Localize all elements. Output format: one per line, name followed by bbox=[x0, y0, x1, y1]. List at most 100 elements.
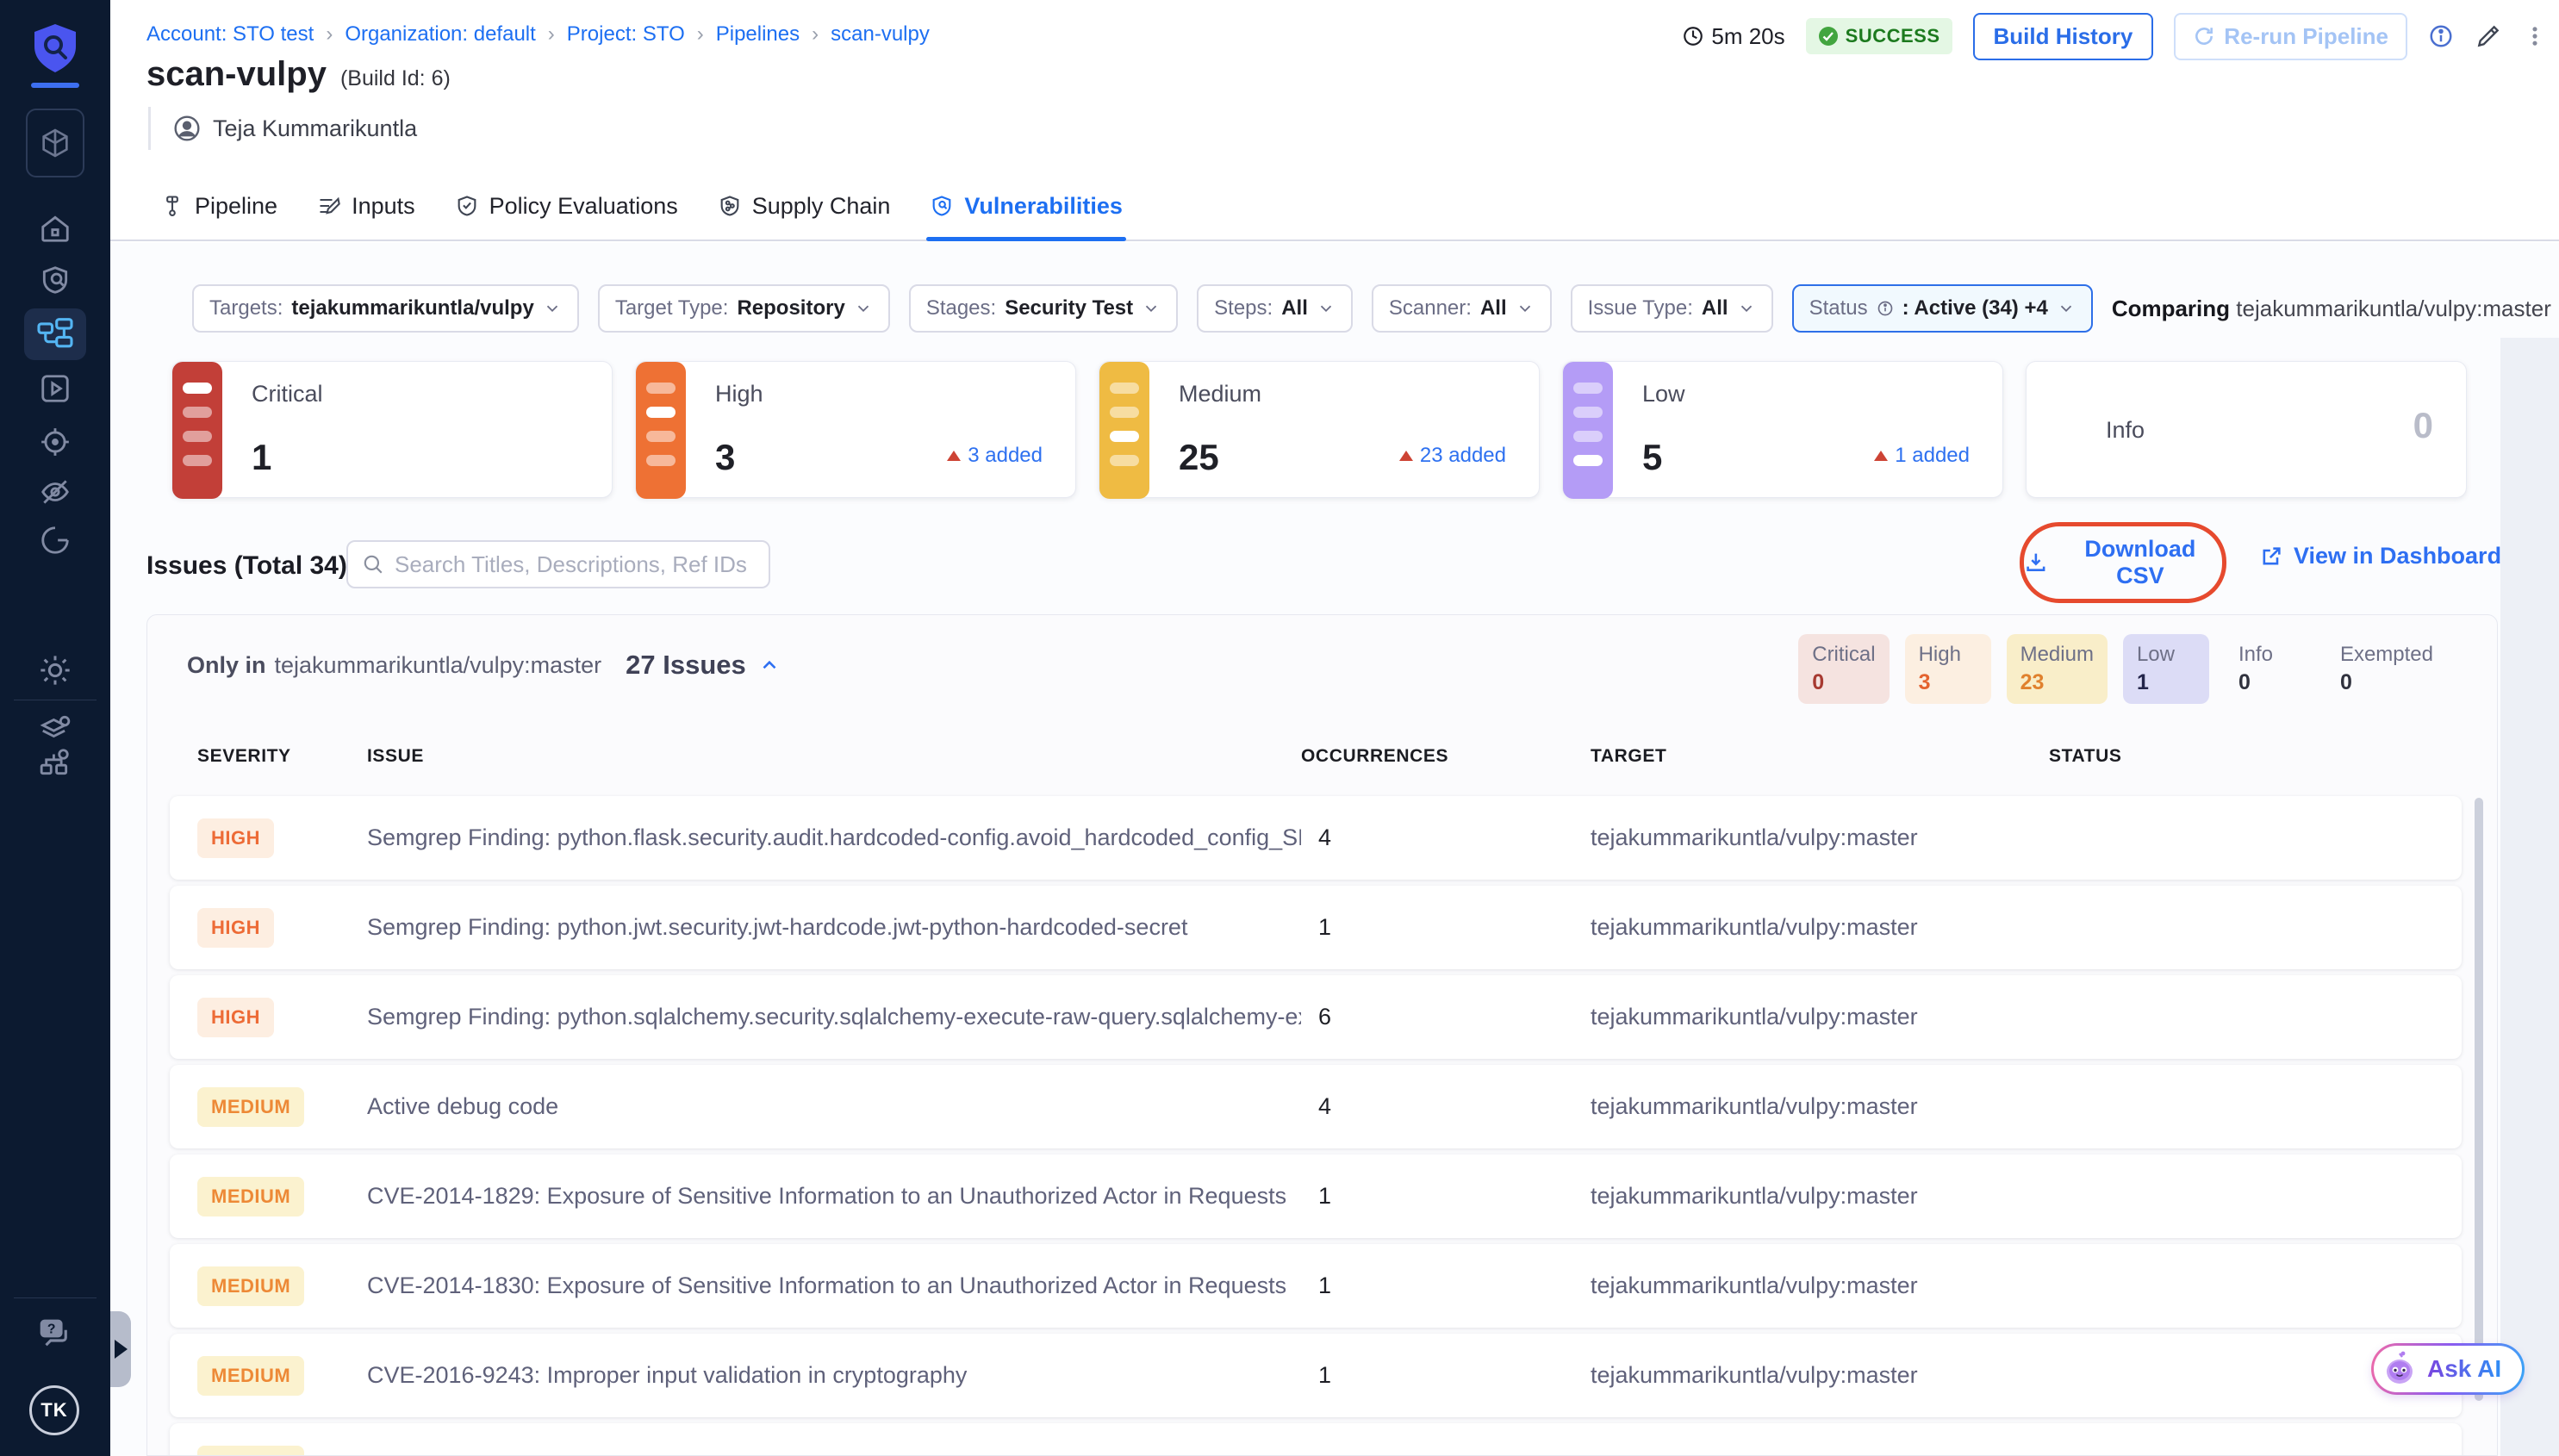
target: tejakummarikuntla/vulpy:master bbox=[1591, 1272, 2049, 1299]
table-row[interactable]: HIGH Semgrep Finding: python.jwt.securit… bbox=[170, 886, 2462, 969]
nav-test-targets-shield-icon[interactable] bbox=[0, 264, 110, 296]
breadcrumb-separator: › bbox=[812, 22, 819, 47]
user-avatar[interactable]: TK bbox=[29, 1385, 79, 1435]
table-row[interactable]: MEDIUM CVE-2014-1829: Exposure of Sensit… bbox=[170, 1154, 2462, 1238]
breadcrumb-separator: › bbox=[548, 22, 555, 47]
logo-underline bbox=[31, 83, 79, 88]
execution-toolbar: 5m 20s SUCCESS Build History Re-run Pipe… bbox=[1682, 14, 2547, 59]
table-row[interactable]: MEDIUM Active debug code 4 tejakummariku… bbox=[170, 1065, 2462, 1148]
nav-hidden-issues-eye-off-icon[interactable] bbox=[0, 476, 110, 508]
nav-targets-icon[interactable] bbox=[0, 426, 110, 458]
card-low[interactable]: Low 5 1 added bbox=[1562, 361, 2003, 498]
nav-default-settings-layers-icon[interactable] bbox=[0, 712, 110, 744]
tab-inputs[interactable]: Inputs bbox=[317, 172, 415, 240]
occurrences: 1 bbox=[1301, 914, 1591, 941]
tab-pipeline[interactable]: Pipeline bbox=[160, 172, 277, 240]
edit-pipeline-pencil-icon[interactable] bbox=[2475, 22, 2502, 50]
table-scrollbar[interactable] bbox=[2475, 798, 2483, 1401]
author-name: Teja Kummarikuntla bbox=[213, 115, 417, 142]
build-history-button[interactable]: Build History bbox=[1973, 13, 2154, 60]
issue-group-header[interactable]: Only in tejakummarikuntla/vulpy:master 2… bbox=[187, 650, 781, 681]
clock-icon bbox=[1682, 25, 1704, 47]
table-row[interactable]: HIGH Semgrep Finding: python.flask.secur… bbox=[170, 796, 2462, 880]
severity-badge: MEDIUM bbox=[197, 1266, 304, 1306]
nav-home-icon[interactable] bbox=[0, 212, 110, 245]
target: tejakummarikuntla/vulpy:master bbox=[1591, 824, 2049, 851]
search-input[interactable] bbox=[395, 551, 755, 578]
nav-settings-gear-icon[interactable] bbox=[0, 653, 110, 688]
check-circle-icon bbox=[1818, 26, 1839, 47]
filter-targets[interactable]: Targets:tejakummarikuntla/vulpy bbox=[192, 284, 579, 333]
table-row[interactable]: MEDIUM CVE-2017-11424: PyJWT: signed tok… bbox=[170, 1423, 2462, 1456]
sto-logo-icon[interactable] bbox=[31, 22, 79, 74]
right-gutter bbox=[2500, 338, 2559, 1456]
sidebar-expand-handle[interactable] bbox=[110, 1311, 131, 1387]
download-csv-button[interactable]: Download CSV bbox=[2024, 536, 2222, 589]
execution-duration: 5m 20s bbox=[1682, 23, 1784, 50]
ask-ai-button[interactable]: Ask AI bbox=[2371, 1343, 2525, 1395]
view-in-dashboard-button[interactable]: View in Dashboard bbox=[2259, 543, 2501, 569]
chevron-down-icon bbox=[1737, 299, 1756, 318]
card-label: Medium bbox=[1179, 381, 1261, 408]
refresh-icon bbox=[2193, 25, 2215, 47]
breadcrumb-separator: › bbox=[697, 22, 704, 47]
person-avatar-icon bbox=[173, 115, 201, 142]
severity-badge: MEDIUM bbox=[197, 1446, 304, 1456]
tab-vulnerabilities[interactable]: Vulnerabilities bbox=[930, 172, 1123, 240]
filter-steps[interactable]: Steps:All bbox=[1197, 284, 1353, 333]
module-selector-cube-icon[interactable] bbox=[26, 109, 84, 177]
filter-issue-type[interactable]: Issue Type:All bbox=[1571, 284, 1773, 333]
pill-critical: Critical0 bbox=[1798, 634, 1889, 704]
filter-scanner[interactable]: Scanner:All bbox=[1372, 284, 1552, 333]
triangle-up-icon bbox=[1399, 451, 1413, 461]
table-row[interactable]: HIGH Semgrep Finding: python.sqlalchemy.… bbox=[170, 975, 2462, 1059]
help-chat-icon[interactable]: ? bbox=[0, 1316, 110, 1353]
card-label: Critical bbox=[252, 381, 323, 408]
pill-medium: Medium23 bbox=[2007, 634, 2108, 704]
severity-badge: MEDIUM bbox=[197, 1177, 304, 1216]
breadcrumb: Account: STO test › Organization: defaul… bbox=[146, 22, 930, 47]
card-count: 1 bbox=[252, 437, 271, 478]
svg-text:?: ? bbox=[47, 1322, 56, 1336]
nav-exemptions-icon[interactable] bbox=[0, 524, 110, 557]
kebab-menu-icon[interactable] bbox=[2523, 24, 2547, 48]
filter-target-type[interactable]: Target Type:Repository bbox=[598, 284, 890, 333]
tab-policy-evaluations[interactable]: Policy Evaluations bbox=[455, 172, 678, 240]
target: tejakummarikuntla/vulpy:master bbox=[1591, 1183, 2049, 1210]
card-critical[interactable]: Critical 1 bbox=[171, 361, 613, 498]
filter-status[interactable]: Status : Active (34) +4 bbox=[1792, 284, 2093, 333]
tab-supply-chain[interactable]: Supply Chain bbox=[718, 172, 891, 240]
nav-pipelines-active[interactable] bbox=[24, 308, 86, 360]
collapse-chevron-up-icon[interactable] bbox=[758, 654, 781, 676]
group-target: tejakummarikuntla/vulpy:master bbox=[275, 652, 602, 679]
chevron-down-icon bbox=[543, 299, 562, 318]
card-label: High bbox=[715, 381, 763, 408]
filter-row: Targets:tejakummarikuntla/vulpy Target T… bbox=[192, 284, 2498, 333]
breadcrumb-organization[interactable]: Organization: default bbox=[345, 22, 535, 47]
breadcrumb-account[interactable]: Account: STO test bbox=[146, 22, 314, 47]
severity-summary-cards: Critical 1 High 3 3 added Medium 25 23 a… bbox=[171, 361, 2467, 498]
rerun-pipeline-button[interactable]: Re-run Pipeline bbox=[2174, 13, 2407, 60]
card-info[interactable]: Info 0 bbox=[2026, 361, 2467, 498]
page-title: scan-vulpy bbox=[146, 55, 327, 94]
table-row[interactable]: MEDIUM CVE-2014-1830: Exposure of Sensit… bbox=[170, 1244, 2462, 1328]
card-high[interactable]: High 3 3 added bbox=[635, 361, 1076, 498]
issue-title: CVE-2017-11424: PyJWT: signed tokens vul… bbox=[367, 1452, 1301, 1456]
nav-executions-icon[interactable] bbox=[0, 372, 110, 405]
breadcrumb-current-pipeline[interactable]: scan-vulpy bbox=[831, 22, 930, 47]
card-added-delta: 3 added bbox=[947, 444, 1043, 468]
table-row[interactable]: MEDIUM CVE-2016-9243: Improper input val… bbox=[170, 1334, 2462, 1417]
main-area: Account: STO test › Organization: defaul… bbox=[110, 0, 2559, 1456]
card-medium[interactable]: Medium 25 23 added bbox=[1099, 361, 1540, 498]
filter-stages[interactable]: Stages:Security Test bbox=[909, 284, 1178, 333]
search-icon bbox=[362, 553, 384, 576]
breadcrumb-project[interactable]: Project: STO bbox=[567, 22, 685, 47]
external-link-icon bbox=[2259, 544, 2283, 569]
breadcrumb-pipelines[interactable]: Pipelines bbox=[716, 22, 800, 47]
low-gauge-icon bbox=[1563, 362, 1613, 499]
col-severity: SEVERITY bbox=[197, 746, 367, 767]
nav-org-structure-icon[interactable] bbox=[0, 746, 110, 779]
triangle-up-icon bbox=[1874, 451, 1888, 461]
info-icon[interactable] bbox=[2428, 23, 2454, 49]
pill-high: High3 bbox=[1905, 634, 1991, 704]
